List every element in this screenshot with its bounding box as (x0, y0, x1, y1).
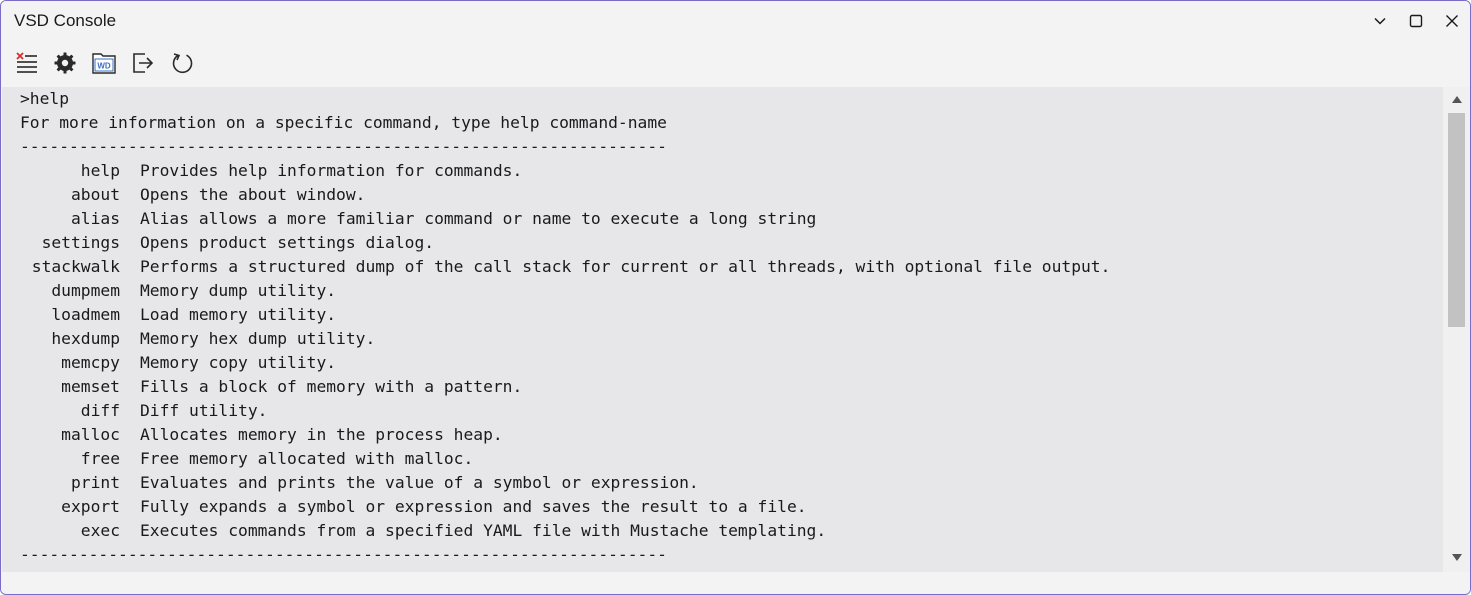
command-name: stackwalk (31, 257, 120, 276)
help-intro: For more information on a specific comma… (20, 113, 667, 132)
console-window: VSD Console WD >help For more informatio… (0, 0, 1471, 595)
command-name: print (70, 473, 120, 492)
clear-console-button[interactable] (14, 50, 40, 76)
command-description: Opens product settings dialog. (140, 233, 435, 252)
wd-folder-icon: WD (92, 53, 116, 74)
prompt-line: >help (20, 89, 70, 108)
close-icon (1446, 15, 1458, 27)
command-name: help (80, 161, 120, 180)
command-description: Executes commands from a specified YAML … (140, 521, 827, 540)
command-name: dumpmem (51, 281, 120, 300)
command-description: Load memory utility. (140, 305, 337, 324)
command-row: memset Fills a block of memory with a pat… (20, 375, 1110, 399)
command-list: help Provides help information for comman… (20, 159, 1111, 543)
separator-top: ----------------------------------------… (20, 137, 667, 156)
command-description: Fills a block of memory with a pattern. (140, 377, 523, 396)
command-name: hexdump (51, 329, 120, 348)
scrollbar-thumb[interactable] (1448, 113, 1465, 327)
command-name: malloc (61, 425, 120, 444)
triangle-down-icon (1452, 554, 1462, 561)
vertical-scrollbar[interactable] (1443, 87, 1470, 572)
maximize-button[interactable] (1398, 1, 1434, 41)
wd-icon-label: WD (97, 62, 111, 71)
command-row: help Provides help information for comman… (20, 159, 1110, 183)
gear-icon (54, 52, 76, 74)
command-row: export Fully expands a symbol or expressi… (20, 495, 1110, 519)
command-description: Evaluates and prints the value of a symb… (140, 473, 699, 492)
command-row: alias Alias allows a more familiar comman… (20, 207, 1110, 231)
command-name: settings (41, 233, 120, 252)
scroll-down-button[interactable] (1449, 551, 1465, 565)
refresh-icon (172, 53, 193, 74)
working-directory-button[interactable]: WD (91, 50, 117, 76)
scroll-up-button[interactable] (1449, 92, 1465, 106)
command-description: Diff utility. (140, 401, 268, 420)
command-row: malloc Allocates memory in the process he… (20, 423, 1110, 447)
command-row: settings Opens product settings dialog. (20, 231, 1110, 255)
separator-bottom: ----------------------------------------… (20, 545, 667, 564)
command-row: about Opens the about window. (20, 183, 1110, 207)
command-description: Allocates memory in the process heap. (140, 425, 503, 444)
collapse-button[interactable] (1362, 1, 1398, 41)
command-name: loadmem (51, 305, 120, 324)
command-row: loadmem Load memory utility. (20, 303, 1110, 327)
command-description: Free memory allocated with malloc. (140, 449, 474, 468)
command-name: memset (61, 377, 120, 396)
chevron-down-icon (1374, 17, 1386, 25)
command-name: export (61, 497, 120, 516)
toolbar: WD (1, 41, 1470, 86)
command-description: Memory copy utility. (140, 353, 337, 372)
command-name: about (70, 185, 120, 204)
settings-button[interactable] (52, 50, 78, 76)
command-row: dumpmem Memory dump utility. (20, 279, 1110, 303)
command-description: Alias allows a more familiar command or … (140, 209, 817, 228)
console-output[interactable]: >help For more information on a specific … (2, 87, 1443, 572)
window-title: VSD Console (14, 11, 117, 30)
command-description: Memory dump utility. (140, 281, 337, 300)
export-icon (133, 53, 154, 73)
clear-console-icon (16, 52, 37, 73)
command-description: Provides help information for commands. (140, 161, 523, 180)
command-row: print Evaluates and prints the value of a… (20, 471, 1110, 495)
command-description: Opens the about window. (140, 185, 366, 204)
command-row: stackwalk Performs a structured dump of t… (20, 255, 1111, 279)
command-name: exec (80, 521, 120, 540)
command-description: Fully expands a symbol or expression and… (140, 497, 807, 516)
command-name: alias (70, 209, 120, 228)
title-bar[interactable]: VSD Console (1, 1, 1470, 41)
status-bar (1, 572, 1470, 594)
close-button[interactable] (1434, 1, 1470, 41)
command-row: exec Executes commands from a specified Y… (20, 519, 1110, 543)
command-name: diff (80, 401, 120, 420)
export-button[interactable] (130, 50, 156, 76)
command-description: Memory hex dump utility. (140, 329, 376, 348)
refresh-button[interactable] (169, 50, 195, 76)
window-controls (1362, 1, 1470, 41)
command-name: free (80, 449, 120, 468)
console-text: >help For more information on a specific … (20, 87, 1110, 572)
command-name: memcpy (61, 353, 120, 372)
command-row: memcpy Memory copy utility. (20, 351, 1110, 375)
command-row: diff Diff utility. (20, 399, 1110, 423)
maximize-icon (1409, 14, 1423, 28)
command-description: Performs a structured dump of the call s… (140, 257, 1111, 276)
command-row: free Free memory allocated with malloc. (20, 447, 1110, 471)
triangle-up-icon (1452, 96, 1462, 103)
command-row: hexdump Memory hex dump utility. (20, 327, 1110, 351)
